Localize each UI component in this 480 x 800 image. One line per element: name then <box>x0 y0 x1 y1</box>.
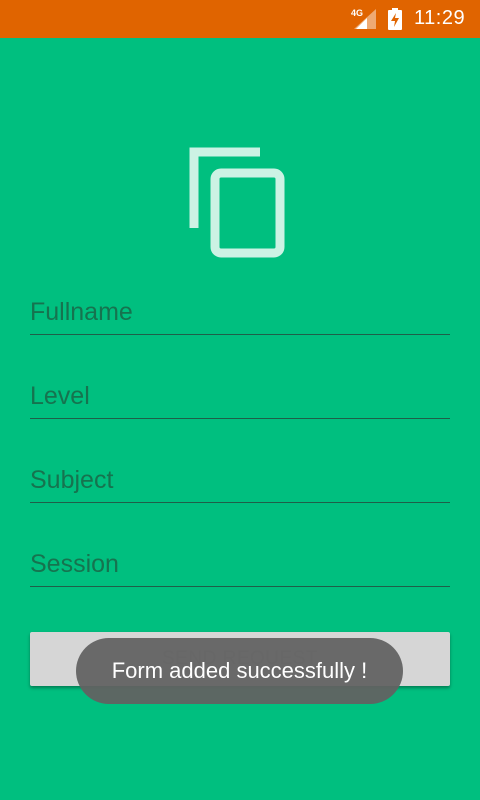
battery-charging-icon <box>388 8 402 35</box>
toast-message: Form added successfully ! <box>111 658 368 683</box>
session-field-wrapper <box>30 543 450 587</box>
subject-field[interactable] <box>30 459 450 503</box>
status-time: 11:29 <box>414 7 466 29</box>
signal-icon <box>354 9 376 34</box>
copy-icon <box>188 146 288 266</box>
toast-notification: Form added successfully ! <box>76 638 403 704</box>
fullname-field[interactable] <box>30 291 450 335</box>
status-bar: 4G 11:29 <box>0 0 480 38</box>
session-field[interactable] <box>30 543 450 587</box>
subject-field-wrapper <box>30 459 450 503</box>
fullname-field-wrapper <box>30 291 450 335</box>
level-field[interactable] <box>30 375 450 419</box>
level-field-wrapper <box>30 375 450 419</box>
